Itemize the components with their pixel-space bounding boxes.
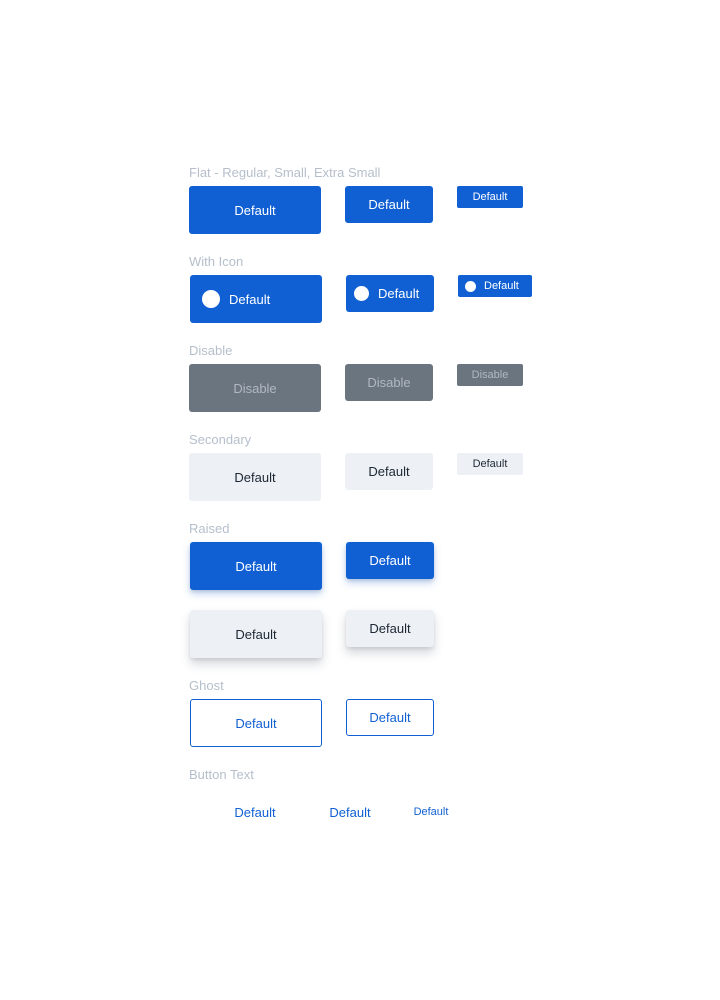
raised-primary-small-button[interactable]: Default	[346, 542, 434, 579]
circle-icon	[202, 290, 220, 308]
disabled-small-button: Disable	[345, 364, 433, 401]
button-label: Default	[369, 710, 411, 725]
flat-small-button[interactable]: Default	[345, 186, 433, 223]
icon-extra-small-button[interactable]: Default	[458, 275, 532, 297]
secondary-regular-button[interactable]: Default	[189, 453, 321, 501]
section-title-raised: Raised	[189, 521, 230, 536]
text-extra-small-button[interactable]: Default	[398, 801, 464, 823]
icon-regular-button[interactable]: Default	[190, 275, 322, 323]
section-title-button-text: Button Text	[189, 767, 254, 782]
ghost-small-button[interactable]: Default	[346, 699, 434, 736]
button-label: Default	[369, 553, 411, 568]
button-label: Default	[472, 458, 508, 470]
section-title-with-icon: With Icon	[189, 254, 244, 269]
button-label: Disable	[471, 369, 509, 381]
button-label: Default	[413, 806, 449, 818]
icon-small-button[interactable]: Default	[346, 275, 434, 312]
button-label: Default	[368, 464, 410, 479]
button-label: Default	[234, 202, 276, 218]
button-label: Default	[235, 626, 277, 642]
raised-primary-regular-button[interactable]: Default	[190, 542, 322, 590]
button-label: Default	[484, 280, 519, 292]
button-label: Default	[229, 291, 271, 307]
circle-icon	[354, 286, 369, 301]
section-title-flat: Flat - Regular, Small, Extra Small	[189, 165, 381, 180]
button-label: Default	[235, 558, 277, 574]
text-regular-button[interactable]: Default	[189, 788, 321, 836]
ghost-regular-button[interactable]: Default	[190, 699, 322, 747]
flat-regular-button[interactable]: Default	[189, 186, 321, 234]
button-label: Default	[234, 469, 276, 485]
circle-icon	[465, 280, 476, 292]
raised-secondary-small-button[interactable]: Default	[346, 610, 434, 647]
button-label: Default	[329, 805, 371, 820]
button-label: Default	[235, 715, 277, 731]
secondary-extra-small-button[interactable]: Default	[457, 453, 523, 475]
section-title-disable: Disable	[189, 343, 233, 358]
button-label: Default	[378, 286, 420, 301]
section-title-secondary: Secondary	[189, 432, 252, 447]
disabled-extra-small-button: Disable	[457, 364, 523, 386]
raised-secondary-regular-button[interactable]: Default	[190, 610, 322, 658]
button-label: Default	[234, 804, 276, 820]
secondary-small-button[interactable]: Default	[345, 453, 433, 490]
button-label: Disable	[233, 380, 277, 396]
button-label: Default	[369, 621, 411, 636]
button-label: Disable	[367, 375, 411, 390]
section-title-ghost: Ghost	[189, 678, 224, 693]
button-label: Default	[472, 191, 508, 203]
flat-extra-small-button[interactable]: Default	[457, 186, 523, 208]
disabled-regular-button: Disable	[189, 364, 321, 412]
text-small-button[interactable]: Default	[306, 794, 394, 831]
button-label: Default	[368, 197, 410, 212]
